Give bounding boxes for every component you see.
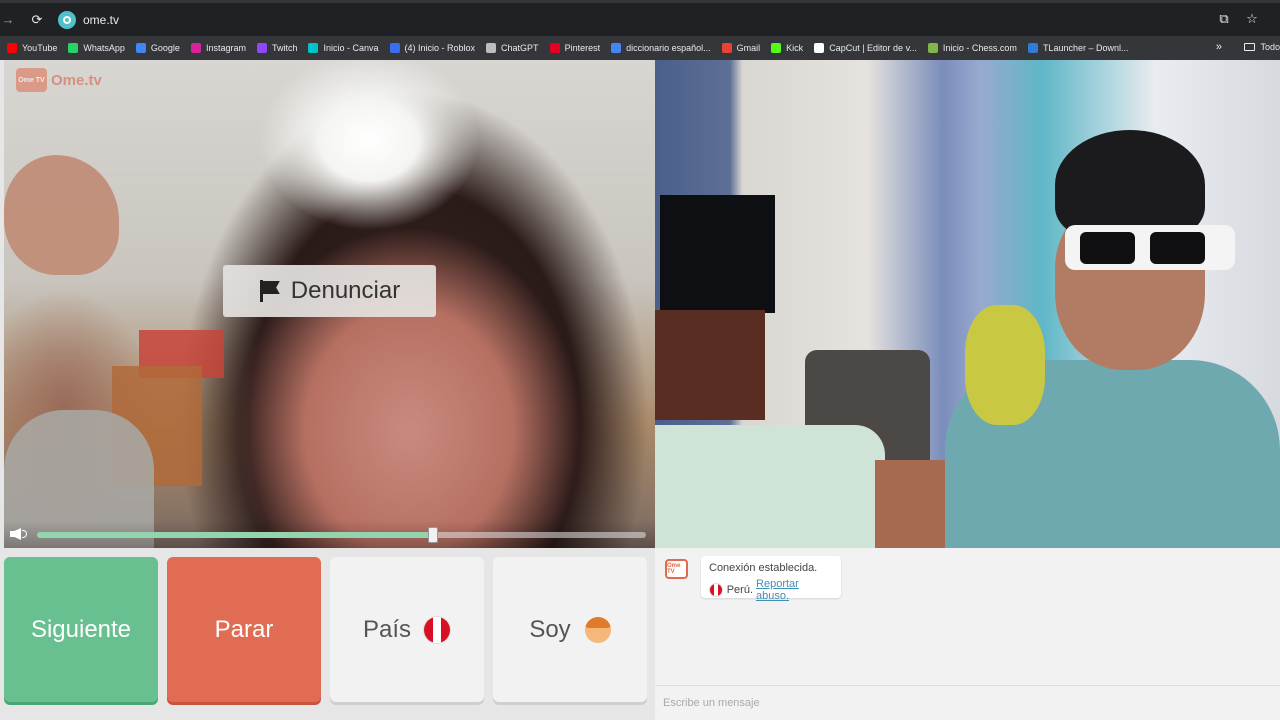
video-tv (660, 195, 775, 313)
bookmark-label: Kick (786, 43, 804, 53)
bookmark-item[interactable]: Gmail (721, 43, 761, 53)
bookmark-label: ChatGPT (501, 43, 539, 53)
boy-emoji-icon (584, 616, 611, 643)
peru-flag-icon (709, 583, 723, 597)
report-button-label: Denunciar (290, 277, 401, 304)
chat-controls: Siguiente Parar País Soy (0, 548, 655, 720)
bookmark-label: YouTube (22, 43, 58, 53)
partner-country-text: Perú. (726, 584, 754, 596)
bookmark-item[interactable]: Kick (771, 43, 803, 53)
kick-icon (771, 43, 782, 53)
pinterest-icon (549, 43, 560, 53)
bookmark-label: Pinterest (564, 43, 601, 53)
bookmark-label: (4) Inicio - Roblox (404, 43, 476, 53)
bookmark-item[interactable]: WhatsApp (68, 43, 125, 53)
browser-toolbar: → ⟳ ome.tv ⧉ ☆ (0, 0, 1280, 36)
bookmark-item[interactable]: Inicio - Canva (308, 43, 379, 53)
site-favicon-icon (58, 10, 76, 29)
speaker-icon[interactable] (10, 527, 28, 541)
address-bar-url[interactable]: ome.tv (83, 13, 119, 27)
bookmark-label: Twitch (271, 43, 298, 53)
gmail-icon (721, 43, 732, 53)
video-person-hair (1055, 130, 1205, 240)
ometv-logo: Ome TV Ome.tv (16, 68, 102, 92)
reload-icon[interactable]: ⟳ (26, 9, 48, 31)
bookmark-item[interactable]: diccionario español... (611, 43, 711, 53)
ometv-logo-text: Ome.tv (51, 71, 102, 89)
video-bed (655, 425, 885, 548)
video-person (945, 130, 1280, 548)
local-video: Ome TV Ome.tv Denunciar (4, 60, 655, 548)
bookmark-star-icon[interactable]: ☆ (1244, 11, 1260, 27)
bookmark-item[interactable]: YouTube (7, 43, 57, 53)
system-message: Conexión establecida. Perú. Reportar abu… (701, 556, 841, 602)
bookmark-label: diccionario español... (626, 43, 711, 53)
twitch-icon (256, 43, 267, 53)
stop-button[interactable]: Parar (167, 557, 321, 702)
google-icon (611, 43, 622, 53)
remote-video (655, 60, 1280, 548)
country-button[interactable]: País (330, 557, 484, 702)
bookmark-label: Instagram (205, 43, 246, 53)
partner-country-line: Perú. Reportar abuso. (709, 578, 833, 602)
whatsapp-icon (68, 43, 79, 53)
volume-slider-thumb[interactable] (427, 527, 438, 543)
cast-icon[interactable]: ⧉ (1216, 11, 1232, 27)
bookmark-label: Inicio - Chess.com (942, 43, 1017, 53)
instagram-icon (190, 43, 201, 53)
google-icon (135, 43, 146, 53)
chat-panel: Ome TV Conexión establecida. Perú. Repor… (655, 548, 1280, 720)
gender-button-label: Soy (529, 615, 571, 643)
chess-icon (927, 43, 938, 53)
message-input-area (655, 685, 1280, 720)
back-arrow-icon[interactable]: → (0, 9, 16, 31)
youtube-icon (7, 43, 17, 53)
peru-flag-icon (423, 615, 452, 644)
ometv-logo-icon: Ome TV (16, 68, 47, 92)
folder-label: Todo (1260, 42, 1280, 52)
toolbar-actions: ⧉ ☆ (1216, 11, 1260, 27)
bookmark-label: Gmail (736, 43, 761, 53)
bookmark-item[interactable]: Inicio - Chess.com (927, 43, 1017, 53)
report-abuse-link[interactable]: Reportar abuso. (756, 578, 833, 602)
bookmark-label: TLauncher – Downl... (1042, 43, 1129, 53)
bookmark-label: CapCut | Editor de v... (829, 43, 917, 53)
bookmark-label: Inicio - Canva (323, 43, 379, 53)
chatgpt-icon (486, 43, 497, 53)
volume-slider[interactable] (37, 527, 646, 543)
canva-icon (308, 43, 319, 53)
bookmark-label: WhatsApp (83, 43, 125, 53)
bookmark-item[interactable]: Instagram (190, 43, 246, 53)
volume-control (4, 520, 655, 548)
roblox-icon (389, 43, 400, 53)
report-button[interactable]: Denunciar (223, 265, 436, 317)
connection-status-text: Conexión establecida. (709, 562, 818, 574)
country-button-label: País (362, 615, 412, 643)
video-person-lens (1080, 232, 1135, 264)
message-input[interactable] (655, 686, 1280, 720)
bookmark-item[interactable]: ChatGPT (486, 43, 539, 53)
bookmark-label: Google (150, 43, 180, 53)
bookmark-item[interactable]: Twitch (256, 43, 298, 53)
next-button[interactable]: Siguiente (4, 557, 158, 702)
bookmark-item[interactable]: CapCut | Editor de v... (814, 43, 917, 53)
bookmark-item[interactable]: TLauncher – Downl... (1027, 43, 1129, 53)
flag-icon (259, 280, 281, 302)
folder-icon (1244, 43, 1256, 51)
capcut-icon (814, 43, 825, 53)
gender-button[interactable]: Soy (493, 557, 647, 702)
volume-slider-fill (37, 532, 433, 538)
bookmark-item[interactable]: (4) Inicio - Roblox (389, 43, 476, 53)
video-person-lens (1150, 232, 1205, 264)
video-tv-stand (655, 310, 765, 420)
bookmark-item[interactable]: Pinterest (549, 43, 601, 53)
all-bookmarks-folder[interactable]: Todo (1244, 42, 1280, 52)
video-toy (965, 305, 1045, 425)
bookmark-item[interactable]: Google (135, 43, 180, 53)
tlauncher-icon (1027, 43, 1038, 53)
video-hand (4, 155, 119, 275)
more-bookmarks-icon[interactable]: » (1216, 41, 1222, 53)
bookmarks-bar: YouTube WhatsApp Google Instagram Twitch… (0, 36, 1280, 60)
ometv-chat-logo-icon: Ome TV (665, 559, 688, 579)
